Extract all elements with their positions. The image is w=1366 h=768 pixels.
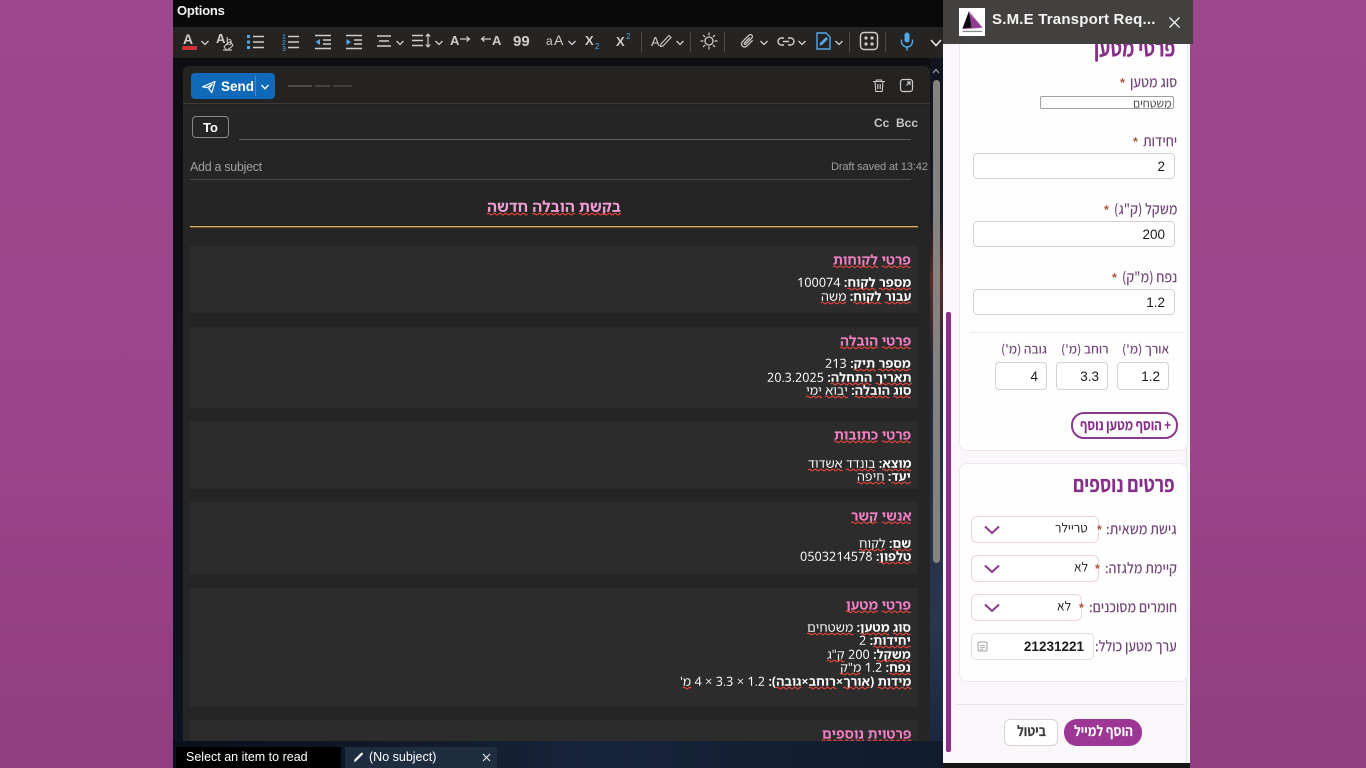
svg-text:X: X (585, 33, 594, 48)
svg-text:2: 2 (595, 42, 600, 51)
svg-text:3: 3 (282, 46, 286, 52)
svg-text:A: A (554, 32, 564, 48)
svg-text:a: a (546, 34, 553, 48)
svg-text:A: A (183, 31, 193, 47)
svg-text:X: X (616, 34, 625, 49)
svg-text:99: 99 (513, 33, 530, 50)
svg-text:A: A (651, 34, 660, 49)
svg-text:A: A (216, 31, 226, 46)
svg-text:A: A (450, 33, 460, 48)
svg-text:A: A (492, 33, 502, 48)
svg-text:2: 2 (626, 32, 631, 41)
